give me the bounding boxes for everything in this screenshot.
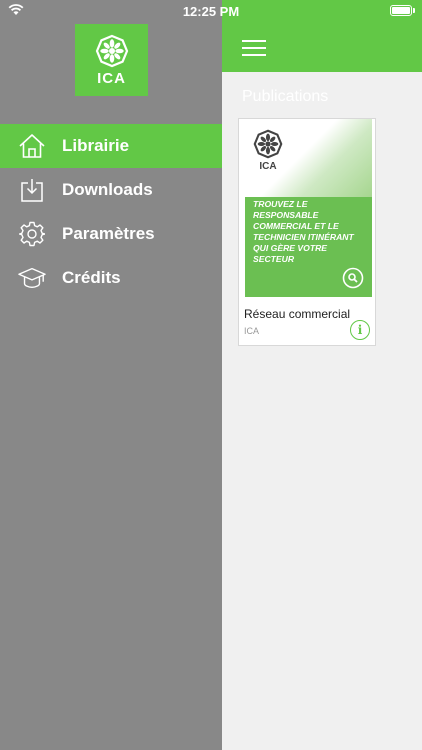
cover-logo-emblem-icon [253, 129, 283, 159]
status-time: 12:25 PM [182, 4, 240, 19]
logo-text: ICA [97, 69, 126, 87]
menu-item-label: Paramètres [62, 224, 155, 243]
cover-logo: ICA [253, 129, 283, 172]
search-icon [342, 267, 364, 289]
info-icon[interactable]: i [350, 320, 370, 340]
home-icon [18, 132, 46, 160]
menu-item-label: Downloads [62, 180, 153, 199]
battery-icon [390, 5, 415, 16]
menu-icon[interactable] [242, 40, 266, 57]
publication-cover[interactable]: ICA TROUVEZ LE RESPONSABLE COMMERCIAL ET… [245, 119, 372, 297]
graduation-cap-icon [18, 264, 46, 292]
menu-item-label: Crédits [62, 268, 121, 287]
menu-item-label: Librairie [62, 136, 130, 155]
logo-emblem-icon [95, 34, 128, 67]
menu-item-parametres[interactable]: Paramètres [0, 212, 222, 256]
main-content: Publications ICA TROUVEZ LE RESPONSABLE … [222, 0, 422, 750]
publication-card[interactable]: ICA TROUVEZ LE RESPONSABLE COMMERCIAL ET… [238, 118, 376, 346]
app-logo: ICA [75, 24, 148, 96]
publication-title: Réseau commercial [244, 307, 351, 321]
cover-headline: TROUVEZ LE RESPONSABLE COMMERCIAL ET LE … [253, 199, 354, 264]
gear-icon [18, 220, 46, 248]
menu-item-credits[interactable]: Crédits [0, 256, 222, 300]
menu-item-librairie[interactable]: Librairie [0, 124, 222, 168]
menu-item-downloads[interactable]: Downloads [0, 168, 222, 212]
publication-publisher: ICA [244, 326, 260, 336]
cover-brand: ICA [259, 161, 277, 172]
status-bar: 12:25 PM [0, 0, 422, 22]
download-icon [18, 176, 46, 204]
side-drawer: ICA Librairie Downloads Paramètres Crédi… [0, 0, 222, 750]
drawer-menu: Librairie Downloads Paramètres Crédits [0, 124, 222, 300]
section-title: Publications [242, 88, 329, 105]
